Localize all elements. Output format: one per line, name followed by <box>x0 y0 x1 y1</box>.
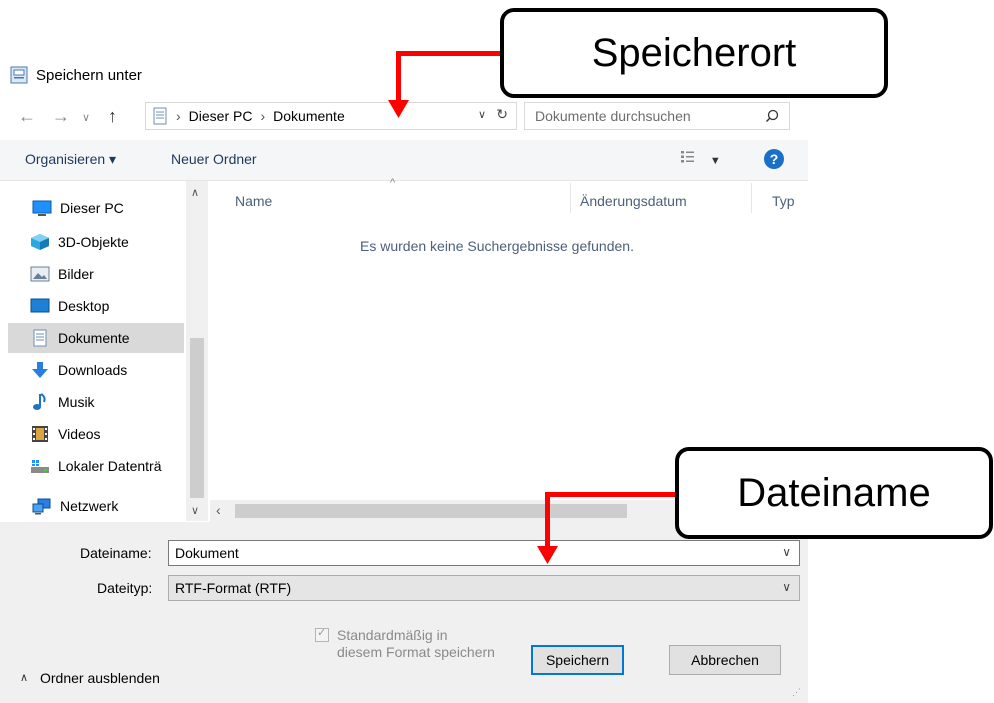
filename-value: Dokument <box>175 545 239 561</box>
sidebar-item-videos[interactable]: Videos <box>10 419 184 449</box>
checkmark-icon: ✓ <box>317 627 327 639</box>
sidebar-item-label: Musik <box>58 394 95 410</box>
filename-arrowhead-icon <box>537 546 558 564</box>
pc-icon <box>32 200 52 216</box>
location-arrow-horizontal <box>396 51 506 56</box>
sidebar-item-label: Desktop <box>58 298 110 314</box>
breadcrumb-separator-icon: › <box>260 108 266 124</box>
sidebar-item-label: Bilder <box>58 266 94 282</box>
filename-arrow-horizontal <box>545 492 680 497</box>
filename-arrow-vertical <box>545 492 550 552</box>
sidebar-item-label: Videos <box>58 426 101 442</box>
sidebar-item-local-drive[interactable]: Lokaler Datenträ <box>10 451 184 481</box>
search-icon <box>765 109 779 123</box>
address-dropdown-icon[interactable]: ∨ <box>478 108 486 121</box>
column-divider[interactable] <box>751 183 752 213</box>
sort-ascending-icon: ^ <box>390 177 396 189</box>
title-bar: Speichern unter <box>10 60 310 90</box>
desktop-icon <box>30 298 50 313</box>
pictures-icon <box>30 266 50 282</box>
search-input[interactable]: Dokumente durchsuchen <box>524 102 790 130</box>
sidebar-item-label: Dokumente <box>58 330 130 346</box>
filename-field[interactable]: Dokument ∨ <box>168 540 800 566</box>
sidebar-item-3d-objects[interactable]: 3D-Objekte <box>10 227 184 257</box>
window-title: Speichern unter <box>36 66 142 84</box>
sidebar-item-label: Netzwerk <box>60 498 119 514</box>
file-list-scroll-thumb[interactable] <box>235 504 627 518</box>
save-form-panel: Dateiname: Dokument ∨ Dateityp: RTF-Form… <box>0 522 808 703</box>
scroll-down-icon[interactable]: ∨ <box>191 504 199 517</box>
sidebar-item-music[interactable]: Musik <box>10 387 184 417</box>
documents-icon <box>33 329 47 347</box>
view-options-button[interactable]: ▼ <box>680 150 721 167</box>
breadcrumb-item-pc[interactable]: Dieser PC <box>189 108 253 124</box>
location-arrowhead-icon <box>388 100 409 118</box>
filetype-label: Dateityp: <box>97 580 153 596</box>
location-arrow-vertical <box>396 51 401 106</box>
filename-label: Dateiname: <box>80 545 152 561</box>
column-header-date[interactable]: Änderungsdatum <box>580 193 687 209</box>
breadcrumb-item-documents[interactable]: Dokumente <box>273 108 345 124</box>
filetype-value: RTF-Format (RTF) <box>175 580 292 596</box>
hide-folders-button[interactable]: Ordner ausblenden <box>40 670 160 686</box>
sidebar-item-this-pc[interactable]: Dieser PC <box>12 193 186 223</box>
column-header-name[interactable]: Name <box>235 193 272 209</box>
sidebar-item-label: Dieser PC <box>60 200 124 216</box>
sidebar-item-pictures[interactable]: Bilder <box>10 259 184 289</box>
breadcrumb-separator-icon: › <box>176 108 181 124</box>
refresh-icon[interactable]: ↻ <box>496 106 508 123</box>
collapse-chevron-icon[interactable]: ∧ <box>20 671 28 684</box>
default-format-checkbox[interactable]: ✓ <box>315 627 329 642</box>
documents-location-icon <box>153 107 167 125</box>
recent-locations-chevron-icon[interactable]: ∨ <box>82 111 90 124</box>
sidebar-item-label: Lokaler Datenträ <box>58 458 162 474</box>
default-format-label-line1: Standardmäßig in <box>337 627 448 643</box>
music-icon <box>33 393 46 410</box>
up-arrow-icon[interactable]: ↑ <box>108 106 117 127</box>
filetype-select[interactable]: RTF-Format (RTF) ∨ <box>168 575 800 601</box>
sidebar-item-documents[interactable]: Dokumente <box>8 323 184 353</box>
organize-button[interactable]: Organisieren ▾ <box>25 151 116 168</box>
sidebar-item-label: Downloads <box>58 362 128 378</box>
default-format-label-line2: diesem Format speichern <box>337 644 495 660</box>
details-view-icon <box>681 151 694 163</box>
view-dropdown-icon: ▼ <box>709 155 721 167</box>
navigation-pane: Dieser PC 3D-Objekte Bilder Desktop Doku… <box>0 181 208 521</box>
column-divider[interactable] <box>570 183 571 213</box>
scroll-left-icon[interactable]: ‹ <box>216 502 221 518</box>
drive-icon <box>31 460 49 473</box>
sidebar-item-label: 3D-Objekte <box>58 234 129 250</box>
address-bar[interactable]: › Dieser PC › Dokumente ∨ ↻ <box>145 102 517 130</box>
empty-results-message: Es wurden keine Suchergebnisse gefunden. <box>360 238 634 254</box>
sidebar-item-desktop[interactable]: Desktop <box>10 291 184 321</box>
save-button[interactable]: Speichern <box>531 645 624 675</box>
sidebar-item-network[interactable]: Netzwerk <box>12 491 186 521</box>
forward-arrow-icon[interactable]: → <box>52 106 70 127</box>
scroll-up-icon[interactable]: ∧ <box>191 186 199 199</box>
sidebar-item-downloads[interactable]: Downloads <box>10 355 184 385</box>
network-icon <box>32 498 51 515</box>
filename-dropdown-icon[interactable]: ∨ <box>782 545 791 559</box>
save-dialog-icon <box>10 66 28 84</box>
navigation-pane-scroll-thumb[interactable] <box>190 338 204 498</box>
new-folder-button[interactable]: Neuer Ordner <box>171 151 257 167</box>
filetype-dropdown-icon[interactable]: ∨ <box>782 580 791 594</box>
cancel-button[interactable]: Abbrechen <box>669 645 781 675</box>
callout-filename: Dateiname <box>675 447 993 539</box>
cube-icon <box>31 234 49 250</box>
help-icon[interactable]: ? <box>764 149 784 169</box>
callout-location: Speicherort <box>500 8 888 98</box>
video-icon <box>32 426 48 442</box>
download-icon <box>32 362 48 378</box>
column-header-type[interactable]: Typ <box>772 193 795 209</box>
back-arrow-icon[interactable]: ← <box>18 106 36 127</box>
command-toolbar: Organisieren ▾ Neuer Ordner ▼ ? <box>0 140 808 181</box>
resize-grip-icon[interactable]: ⋰ <box>792 687 801 698</box>
search-placeholder: Dokumente durchsuchen <box>535 108 691 124</box>
